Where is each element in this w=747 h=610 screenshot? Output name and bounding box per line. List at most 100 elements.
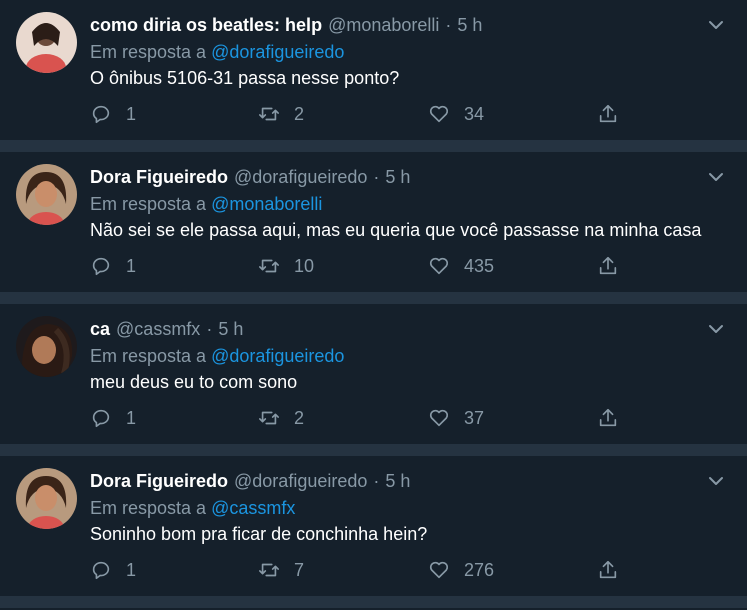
tweet-text: Soninho bom pra ficar de conchinha hein? <box>90 524 428 544</box>
like-button[interactable]: 37 <box>428 406 484 430</box>
reply-context: Em resposta a @monaborelli <box>90 192 322 216</box>
tweet-actions: 1 2 34 <box>90 102 730 126</box>
display-name[interactable]: Dora Figueiredo <box>90 167 228 187</box>
like-count: 276 <box>464 559 495 580</box>
user-handle[interactable]: @cassmfx <box>116 319 200 339</box>
speech-bubble-icon <box>92 561 110 580</box>
retweet-button[interactable]: 2 <box>258 406 304 430</box>
divider <box>0 444 747 456</box>
reply-button[interactable]: 1 <box>90 406 136 430</box>
timestamp[interactable]: 5 h <box>218 319 243 339</box>
reply-prefix: Em resposta a <box>90 42 207 62</box>
speech-bubble-icon <box>92 105 110 124</box>
tweet-text: O ônibus 5106-31 passa nesse ponto? <box>90 68 400 88</box>
reply-button[interactable]: 1 <box>90 102 136 126</box>
tweet-header: Dora Figueiredo @dorafigueiredo · 5 h <box>90 165 410 189</box>
chevron-down-icon[interactable] <box>707 168 725 186</box>
heart-outline-icon <box>429 105 449 123</box>
divider <box>0 140 747 152</box>
tweet-header: Dora Figueiredo @dorafigueiredo · 5 h <box>90 469 410 493</box>
divider <box>0 292 747 304</box>
avatar[interactable] <box>16 468 77 529</box>
reply-context: Em resposta a @dorafigueiredo <box>90 344 344 368</box>
tweet[interactable]: ca @cassmfx · 5 h Em resposta a @dorafiguei… <box>0 304 747 444</box>
share-upload-icon <box>599 256 617 275</box>
separator: · <box>373 471 380 491</box>
like-count: 435 <box>464 255 495 276</box>
speech-bubble-icon <box>92 257 110 276</box>
tweet[interactable]: Dora Figueiredo @dorafigueiredo · 5 h Em re… <box>0 456 747 596</box>
like-count: 37 <box>464 407 485 428</box>
avatar[interactable] <box>16 316 77 377</box>
display-name[interactable]: ca <box>90 319 110 339</box>
retweet-count: 2 <box>294 407 305 428</box>
tweet[interactable]: como diria os beatles: help @monaborelli ·… <box>0 0 747 140</box>
tweet-text: meu deus eu to com sono <box>90 372 298 392</box>
tweet-actions: 1 2 37 <box>90 406 730 430</box>
user-handle[interactable]: @monaborelli <box>328 15 439 35</box>
retweet-arrows-icon <box>259 411 279 425</box>
tweet-actions: 1 7 276 <box>90 558 730 582</box>
share-button[interactable] <box>597 102 633 126</box>
avatar[interactable] <box>16 164 77 225</box>
timeline: como diria os beatles: help @monaborelli ·… <box>0 0 747 610</box>
tweet-actions: 1 10 435 <box>90 254 730 278</box>
retweet-button[interactable]: 7 <box>258 558 304 582</box>
reply-mention-link[interactable]: @monaborelli <box>211 194 322 214</box>
like-count: 34 <box>464 103 485 124</box>
heart-outline-icon <box>429 561 449 579</box>
chevron-down-icon[interactable] <box>707 320 725 338</box>
reply-button[interactable]: 1 <box>90 558 136 582</box>
reply-mention-link[interactable]: @dorafigueiredo <box>211 346 344 366</box>
timestamp[interactable]: 5 h <box>385 471 410 491</box>
reply-context: Em resposta a @cassmfx <box>90 496 295 520</box>
like-button[interactable]: 34 <box>428 102 484 126</box>
reply-count: 1 <box>126 559 137 580</box>
retweet-arrows-icon <box>259 107 279 121</box>
share-upload-icon <box>599 104 617 123</box>
share-button[interactable] <box>597 558 633 582</box>
chevron-down-icon[interactable] <box>707 472 725 490</box>
retweet-count: 7 <box>294 559 305 580</box>
retweet-count: 2 <box>294 103 305 124</box>
reply-count: 1 <box>126 255 137 276</box>
retweet-count: 10 <box>294 255 315 276</box>
reply-mention-link[interactable]: @cassmfx <box>211 498 295 518</box>
share-button[interactable] <box>597 406 633 430</box>
reply-prefix: Em resposta a <box>90 346 207 366</box>
user-handle[interactable]: @dorafigueiredo <box>234 167 367 187</box>
separator: · <box>206 319 213 339</box>
avatar[interactable] <box>16 12 77 73</box>
timestamp[interactable]: 5 h <box>385 167 410 187</box>
display-name[interactable]: como diria os beatles: help <box>90 15 322 35</box>
chevron-down-icon[interactable] <box>707 16 725 34</box>
reply-context: Em resposta a @dorafigueiredo <box>90 40 344 64</box>
reply-prefix: Em resposta a <box>90 194 207 214</box>
like-button[interactable]: 435 <box>428 254 494 278</box>
heart-outline-icon <box>429 257 449 275</box>
retweet-button[interactable]: 10 <box>258 254 314 278</box>
user-handle[interactable]: @dorafigueiredo <box>234 471 367 491</box>
tweet-header: ca @cassmfx · 5 h <box>90 317 243 341</box>
reply-mention-link[interactable]: @dorafigueiredo <box>211 42 344 62</box>
retweet-button[interactable]: 2 <box>258 102 304 126</box>
reply-count: 1 <box>126 407 137 428</box>
display-name[interactable]: Dora Figueiredo <box>90 471 228 491</box>
tweet-header: como diria os beatles: help @monaborelli ·… <box>90 13 482 37</box>
divider <box>0 596 747 608</box>
retweet-arrows-icon <box>259 259 279 273</box>
tweet-text: Não sei se ele passa aqui, mas eu queria… <box>90 220 702 240</box>
reply-count: 1 <box>126 103 137 124</box>
tweet[interactable]: Dora Figueiredo @dorafigueiredo · 5 h Em re… <box>0 152 747 292</box>
heart-outline-icon <box>429 409 449 427</box>
reply-button[interactable]: 1 <box>90 254 136 278</box>
share-upload-icon <box>599 408 617 427</box>
separator: · <box>445 15 452 35</box>
share-button[interactable] <box>597 254 633 278</box>
separator: · <box>373 167 380 187</box>
retweet-arrows-icon <box>259 563 279 577</box>
share-upload-icon <box>599 560 617 579</box>
timestamp[interactable]: 5 h <box>457 15 482 35</box>
reply-prefix: Em resposta a <box>90 498 207 518</box>
like-button[interactable]: 276 <box>428 558 494 582</box>
